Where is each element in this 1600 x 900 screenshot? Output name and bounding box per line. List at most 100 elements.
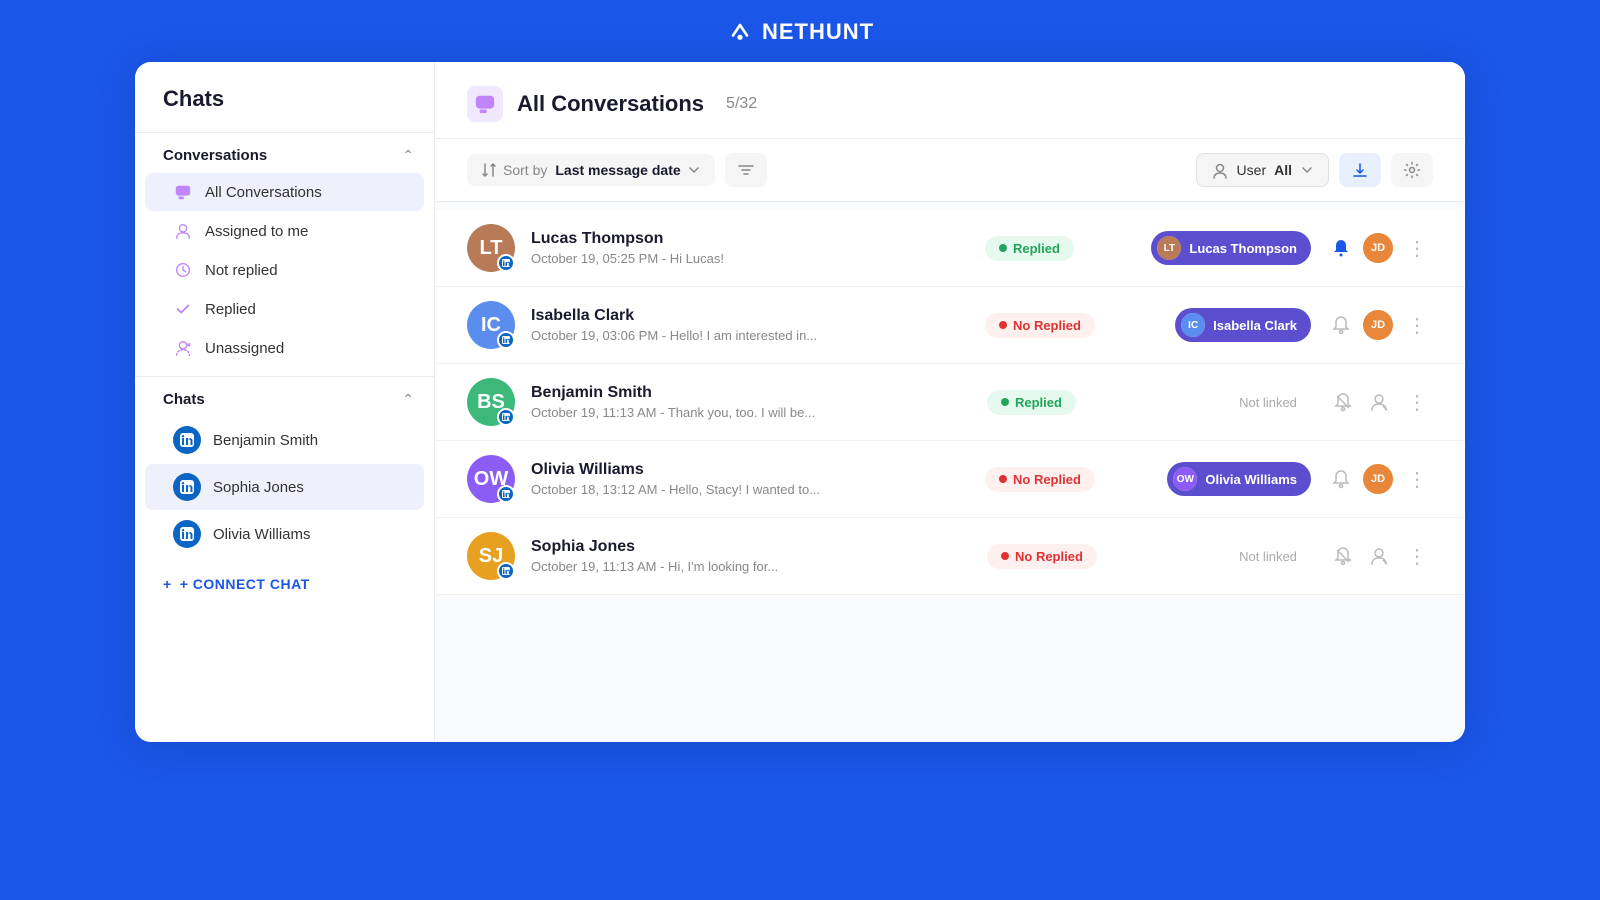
chats-section: Chats ⌃ Benjamin Smith Sophia Jones Ol	[135, 381, 434, 558]
table-row[interactable]: BS Benjamin Smith October 19, 11:13 AM -…	[435, 364, 1465, 441]
status-badge-sophia: No Replied	[987, 544, 1097, 569]
conv-info-lucas: Lucas Thompson October 19, 05:25 PM - Hi…	[531, 230, 969, 266]
conv-name-isabella: Isabella Clark	[531, 307, 969, 325]
table-row[interactable]: OW Olivia Williams October 18, 13:12 AM …	[435, 441, 1465, 518]
header-left: All Conversations 5/32	[467, 86, 757, 122]
settings-icon	[1403, 161, 1421, 179]
status-badge-lucas: Replied	[985, 236, 1074, 261]
sidebar-item-assigned-to-me[interactable]: Assigned to me	[145, 212, 424, 250]
conv-preview-isabella: October 19, 03:06 PM - Hello! I am inter…	[531, 328, 969, 343]
divider-mid	[135, 376, 434, 377]
chats-section-header[interactable]: Chats ⌃	[135, 381, 434, 416]
sidebar-item-replied[interactable]: Replied	[145, 290, 424, 328]
sidebar-item-unassigned[interactable]: Unassigned	[145, 329, 424, 367]
filter-icon	[737, 161, 755, 179]
conv-status-isabella: No Replied	[985, 313, 1095, 338]
sidebar-item-sophia-jones[interactable]: Sophia Jones	[145, 464, 424, 510]
sidebar-item-olivia-williams[interactable]: Olivia Williams	[145, 511, 424, 557]
chats-section-label: Chats	[163, 391, 205, 408]
assign-tag-olivia: OW Olivia Williams	[1167, 462, 1311, 496]
more-options-button-lucas[interactable]: ⋮	[1401, 232, 1433, 265]
sidebar-item-not-replied[interactable]: Not replied	[145, 251, 424, 289]
connect-chat-button[interactable]: + + CONNECT CHAT	[135, 562, 434, 606]
filter-icon-button[interactable]	[725, 153, 767, 187]
conversations-section-label: Conversations	[163, 147, 267, 164]
avatar-wrap-lucas: LT	[467, 224, 515, 272]
sort-value: Last message date	[555, 162, 680, 178]
sort-button[interactable]: Sort by Last message date	[467, 154, 715, 186]
sidebar: Chats Conversations ⌃ All Conversations …	[135, 62, 435, 742]
conv-info-sophia: Sophia Jones October 19, 11:13 AM - Hi, …	[531, 538, 971, 574]
more-options-button-sophia[interactable]: ⋮	[1401, 540, 1433, 573]
header-count: 5/32	[726, 95, 757, 113]
status-dot-olivia	[999, 475, 1007, 483]
main-content: All Conversations 5/32 Sort by Last mess…	[435, 62, 1465, 742]
unassign-button-benjamin[interactable]	[1365, 388, 1393, 416]
toolbar-right: User All	[1196, 153, 1433, 187]
replied-label: Replied	[205, 301, 256, 318]
sidebar-title: Chats	[135, 86, 434, 128]
linkedin-badge-benjamin	[497, 408, 515, 426]
status-dot-benjamin	[1001, 398, 1009, 406]
conv-assign-sophia: Not linked	[1113, 549, 1313, 564]
sidebar-item-benjamin-smith[interactable]: Benjamin Smith	[145, 417, 424, 463]
conv-status-sophia: No Replied	[987, 544, 1097, 569]
clock-icon	[173, 260, 193, 280]
settings-button[interactable]	[1391, 153, 1433, 187]
conv-actions-olivia: JD ⋮	[1327, 463, 1433, 496]
conv-assign-benjamin: Not linked	[1113, 395, 1313, 410]
table-row[interactable]: IC Isabella Clark October 19, 03:06 PM -…	[435, 287, 1465, 364]
conv-assign-isabella: IC Isabella Clark	[1111, 308, 1311, 342]
avatar-wrap-benjamin: BS	[467, 378, 515, 426]
olivia-williams-label: Olivia Williams	[213, 526, 311, 543]
assigned-user-avatar-isabella: JD	[1363, 310, 1393, 340]
conversations-list: LT Lucas Thompson October 19, 05:25 PM -…	[435, 202, 1465, 742]
toolbar: Sort by Last message date User All	[435, 139, 1465, 202]
conv-name-sophia: Sophia Jones	[531, 538, 971, 556]
person-icon	[173, 221, 193, 241]
chat-icon	[173, 182, 193, 202]
conv-preview-benjamin: October 19, 11:13 AM - Thank you, too. I…	[531, 405, 971, 420]
notify-button-benjamin[interactable]	[1329, 388, 1357, 416]
conv-status-lucas: Replied	[985, 236, 1095, 261]
notify-button-sophia[interactable]	[1329, 542, 1357, 570]
conv-name-olivia: Olivia Williams	[531, 461, 969, 479]
notify-button-olivia[interactable]	[1327, 465, 1355, 493]
table-row[interactable]: LT Lucas Thompson October 19, 05:25 PM -…	[435, 210, 1465, 287]
download-button[interactable]	[1339, 153, 1381, 187]
status-badge-olivia: No Replied	[985, 467, 1095, 492]
content-header: All Conversations 5/32	[435, 62, 1465, 139]
assign-tag-lucas: LT Lucas Thompson	[1151, 231, 1311, 265]
chats-chevron-up-icon: ⌃	[402, 391, 414, 408]
status-badge-isabella: No Replied	[985, 313, 1095, 338]
user-label: User	[1237, 162, 1267, 178]
top-bar: NETHUNT	[0, 0, 1600, 62]
conv-preview-sophia: October 19, 11:13 AM - Hi, I'm looking f…	[531, 559, 971, 574]
app-name: NETHUNT	[762, 19, 874, 45]
unassigned-label: Unassigned	[205, 340, 284, 357]
more-options-button-benjamin[interactable]: ⋮	[1401, 386, 1433, 419]
unassign-button-sophia[interactable]	[1365, 542, 1393, 570]
table-row[interactable]: SJ Sophia Jones October 19, 11:13 AM - H…	[435, 518, 1465, 595]
conversations-header-icon	[467, 86, 503, 122]
notify-button-isabella[interactable]	[1327, 311, 1355, 339]
avatar-wrap-isabella: IC	[467, 301, 515, 349]
all-conversations-label: All Conversations	[205, 184, 322, 201]
notify-button-lucas[interactable]	[1327, 234, 1355, 262]
check-icon	[173, 299, 193, 319]
more-options-button-olivia[interactable]: ⋮	[1401, 463, 1433, 496]
conversations-section-header[interactable]: Conversations ⌃	[135, 137, 434, 172]
conv-preview-olivia: October 18, 13:12 AM - Hello, Stacy! I w…	[531, 482, 969, 497]
toolbar-left: Sort by Last message date	[467, 153, 767, 187]
main-container: Chats Conversations ⌃ All Conversations …	[135, 62, 1465, 742]
linkedin-badge-olivia	[497, 485, 515, 503]
conv-assign-lucas: LT Lucas Thompson	[1111, 231, 1311, 265]
not-linked-sophia: Not linked	[1223, 549, 1313, 564]
more-options-button-isabella[interactable]: ⋮	[1401, 309, 1433, 342]
sidebar-item-all-conversations[interactable]: All Conversations	[145, 173, 424, 211]
linkedin-badge-isabella	[497, 331, 515, 349]
status-dot-lucas	[999, 244, 1007, 252]
user-filter-button[interactable]: User All	[1196, 153, 1329, 187]
assigned-user-avatar-olivia: JD	[1363, 464, 1393, 494]
linkedin-avatar-benjamin	[173, 426, 201, 454]
